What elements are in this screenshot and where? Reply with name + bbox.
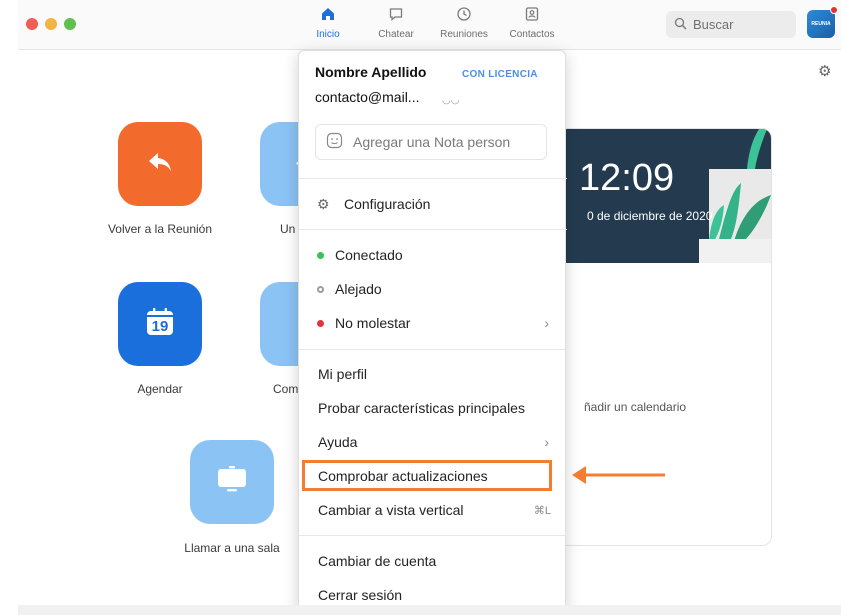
- status-away[interactable]: Alejado: [299, 275, 567, 303]
- menu-item-switch-account[interactable]: Cambiar de cuenta: [299, 547, 567, 575]
- menu-item-try-features[interactable]: Probar características principales: [299, 394, 567, 422]
- menu-item-vertical-view[interactable]: Cambiar a vista vertical ⌘L: [299, 496, 567, 524]
- search-placeholder: Buscar: [693, 17, 734, 32]
- keyboard-shortcut: ⌘L: [533, 504, 551, 517]
- tab-chatear[interactable]: Chatear: [364, 6, 428, 46]
- minimize-window-button[interactable]: [45, 18, 57, 30]
- hide-email-icon[interactable]: ◡◡: [442, 95, 459, 106]
- tile-label: Volver a la Reunión: [107, 222, 213, 236]
- arrow-left-icon: [570, 464, 666, 491]
- avatar[interactable]: REUNIA: [807, 10, 835, 38]
- tab-reuniones[interactable]: Reuniones: [432, 6, 496, 46]
- chevron-right-icon: ›: [544, 315, 549, 331]
- menu-item-label: Alejado: [335, 281, 382, 297]
- chat-icon: [364, 6, 428, 24]
- personal-note-input[interactable]: Agregar una Nota person: [315, 124, 547, 160]
- bottom-strip: [18, 605, 841, 615]
- search-icon: [674, 17, 687, 33]
- highlight-box: [302, 460, 552, 491]
- user-name: Nombre Apellido: [315, 64, 427, 80]
- tab-label: Contactos: [509, 29, 555, 40]
- tile-label: Com: [273, 382, 299, 396]
- menu-item-profile[interactable]: Mi perfil: [299, 360, 567, 388]
- menu-item-settings[interactable]: ⚙ Configuración: [299, 190, 567, 218]
- tile-label: Llamar a una sala: [184, 541, 280, 555]
- add-calendar-link[interactable]: ñadir un calendario: [584, 400, 686, 414]
- clock-time: 12:09: [579, 157, 675, 199]
- maximize-window-button[interactable]: [64, 18, 76, 30]
- menu-item-help[interactable]: Ayuda ›: [299, 428, 567, 456]
- tab-label: Chatear: [378, 29, 414, 40]
- tile-label: Un: [280, 222, 296, 236]
- menu-divider: [299, 178, 567, 179]
- user-email: contacto@mail...: [315, 89, 420, 105]
- title-bar: Inicio Chatear Reuniones Contactos Busca…: [18, 0, 841, 50]
- settings-gear-icon[interactable]: ⚙: [818, 62, 831, 80]
- notification-dot: [830, 6, 838, 14]
- tile-label: Agendar: [137, 382, 183, 396]
- menu-divider: [299, 349, 567, 350]
- status-dot-icon: [317, 285, 324, 293]
- menu-divider: [299, 535, 567, 536]
- status-dot-icon: [317, 251, 324, 259]
- tab-label: Inicio: [316, 29, 340, 40]
- menu-item-label: Cerrar sesión: [318, 587, 403, 603]
- menu-item-label: Mi perfil: [318, 366, 368, 382]
- return-arrow-icon: [145, 147, 175, 182]
- close-window-button[interactable]: [26, 18, 38, 30]
- return-to-meeting-button[interactable]: [118, 122, 202, 206]
- menu-item-label: Conectado: [335, 247, 403, 263]
- card-hero-image: 12:09 0 de diciembre de 2020: [559, 129, 771, 263]
- contacts-icon: [500, 6, 564, 24]
- status-dot-icon: [317, 319, 324, 327]
- clock-icon: [432, 6, 496, 24]
- menu-item-label: Probar características principales: [318, 400, 525, 416]
- smiley-icon: [326, 132, 343, 152]
- chevron-right-icon: ›: [544, 434, 549, 450]
- gear-icon: ⚙: [317, 195, 330, 212]
- menu-item-label: No molestar: [335, 315, 411, 331]
- zoom-window: Inicio Chatear Reuniones Contactos Busca…: [18, 0, 841, 615]
- tab-contactos[interactable]: Contactos: [500, 6, 564, 46]
- search-input[interactable]: Buscar: [666, 11, 796, 38]
- tab-inicio[interactable]: Inicio: [296, 6, 360, 46]
- home-icon: [296, 6, 360, 24]
- menu-divider: [299, 229, 567, 230]
- call-room-button[interactable]: [190, 440, 274, 524]
- menu-item-label: Ayuda: [318, 434, 358, 450]
- calendar-day: 19: [151, 318, 169, 335]
- menu-item-label: Configuración: [344, 196, 431, 212]
- schedule-button[interactable]: 19: [118, 282, 202, 366]
- room-icon: [215, 465, 249, 500]
- menu-item-label: Cambiar de cuenta: [318, 553, 437, 569]
- status-connected[interactable]: Conectado: [299, 241, 567, 269]
- license-badge: CON LICENCIA: [462, 69, 538, 80]
- tab-label: Reuniones: [440, 29, 488, 40]
- profile-menu: Nombre Apellido CON LICENCIA contacto@ma…: [298, 50, 567, 615]
- note-placeholder: Agregar una Nota person: [353, 134, 511, 150]
- clock-date: 0 de diciembre de 2020: [587, 209, 713, 223]
- status-do-not-disturb[interactable]: No molestar ›: [299, 309, 567, 337]
- avatar-text: REUNIA: [811, 21, 831, 27]
- menu-item-label: Cambiar a vista vertical: [318, 502, 464, 518]
